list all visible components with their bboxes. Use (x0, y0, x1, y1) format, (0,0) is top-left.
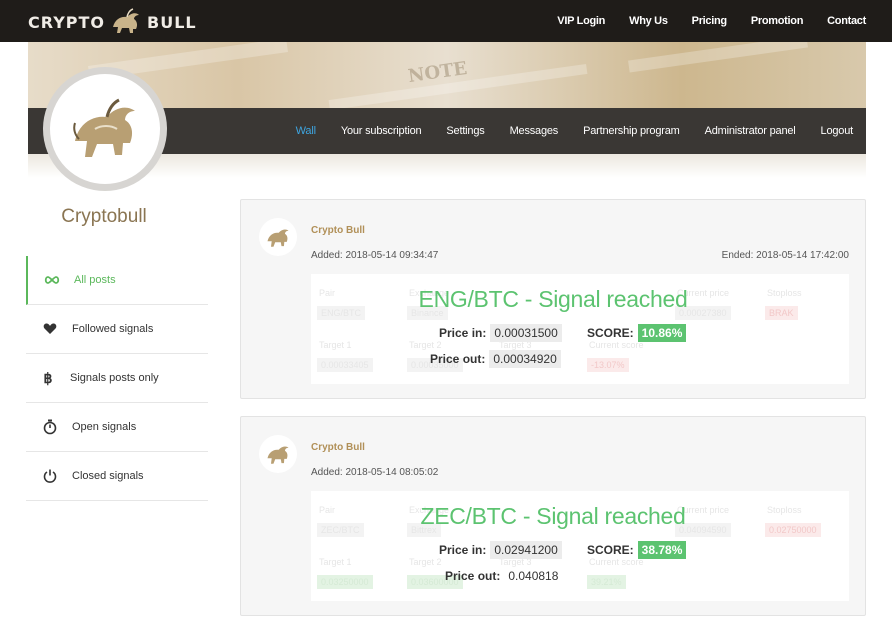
signal-reached-title: ENG/BTC - Signal reached (418, 286, 688, 312)
current-score-value: -13.07% (587, 358, 629, 372)
score-row: SCORE: 10.86% (587, 324, 687, 342)
target-1-label: Target 1 (319, 557, 352, 567)
profile-name: Cryptobull (61, 206, 147, 227)
price-in-label: Price in: (439, 326, 487, 340)
bull-avatar-icon (267, 446, 289, 464)
target-1-label: Target 1 (319, 340, 352, 350)
sidebar-item-signals-posts-only[interactable]: ฿ Signals posts only (26, 354, 208, 403)
sidebar-menu: All posts Followed signals ฿ Signals pos… (26, 256, 208, 501)
price-in-value: 0.02941200 (490, 541, 562, 559)
price-out-value: 0.040818 (504, 567, 563, 585)
tab-partnership-program[interactable]: Partnership program (583, 125, 680, 137)
stopwatch-icon (42, 419, 58, 435)
tab-wall[interactable]: Wall (296, 125, 316, 137)
sidebar-item-label: Signals posts only (70, 372, 159, 384)
bitcoin-icon: ฿ (43, 369, 53, 386)
score-badge: 38.78% (637, 541, 687, 559)
price-out-label: Price out: (430, 352, 486, 366)
tab-logout[interactable]: Logout (821, 125, 854, 137)
nav-promotion[interactable]: Promotion (751, 15, 804, 27)
profile-avatar[interactable] (43, 67, 167, 191)
price-out-value: 0.00034920 (489, 350, 561, 368)
price-out-row: Price out: 0.040818 (445, 567, 563, 585)
brand-logo[interactable]: CRYPTO BULL (28, 8, 197, 36)
nav-vip-login[interactable]: VIP Login (557, 15, 605, 27)
signal-reached-title: ZEC/BTC - Signal reached (420, 503, 686, 529)
target-1-value: 0.00033405 (317, 358, 373, 372)
post-author[interactable]: Crypto Bull (311, 442, 365, 453)
sidebar-item-label: Closed signals (72, 470, 144, 482)
sidebar-item-all-posts[interactable]: All posts (26, 256, 208, 305)
nav-contact[interactable]: Contact (827, 15, 866, 27)
post-added-date: Added: 2018-05-14 08:05:02 (311, 467, 439, 478)
price-in-label: Price in: (439, 543, 487, 557)
price-in-row: Price in: 0.00031500 (439, 324, 562, 342)
price-out-row: Price out: 0.00034920 (430, 350, 561, 368)
top-navbar: CRYPTO BULL VIP Login Why Us Pricing Pro… (0, 0, 892, 42)
sidebar-item-label: Open signals (72, 421, 137, 433)
author-avatar[interactable] (259, 435, 297, 473)
score-badge: 10.86% (637, 324, 687, 342)
target-2-label: Target 2 (409, 557, 442, 567)
score-label: SCORE: (587, 326, 634, 340)
signal-post-card: Crypto Bull Added: 2018-05-14 09:34:47 E… (240, 199, 866, 399)
nav-pricing[interactable]: Pricing (692, 15, 727, 27)
sidebar-item-label: All posts (74, 274, 116, 286)
heart-icon (42, 321, 58, 337)
sidebar-item-open-signals[interactable]: Open signals (26, 403, 208, 452)
tab-settings[interactable]: Settings (446, 125, 484, 137)
post-ended-date: Ended: 2018-05-14 17:42:00 (721, 250, 849, 261)
sidebar-item-followed-signals[interactable]: Followed signals (26, 305, 208, 354)
target-2-label: Target 2 (409, 340, 442, 350)
top-nav-links: VIP Login Why Us Pricing Promotion Conta… (557, 0, 866, 42)
price-in-row: Price in: 0.02941200 (439, 541, 562, 559)
nav-why-us[interactable]: Why Us (629, 15, 668, 27)
bull-avatar-icon (73, 98, 135, 157)
bull-logo-icon (113, 8, 140, 33)
infinity-icon (44, 272, 60, 288)
target-1-value: 0.03250000 (317, 575, 373, 589)
score-row: SCORE: 38.78% (587, 541, 687, 559)
logo-text-left: CRYPTO (28, 12, 106, 32)
score-label: SCORE: (587, 543, 634, 557)
tab-messages[interactable]: Messages (510, 125, 559, 137)
tab-administrator-panel[interactable]: Administrator panel (705, 125, 796, 137)
author-avatar[interactable] (259, 218, 297, 256)
bull-avatar-icon (267, 229, 289, 247)
price-in-value: 0.00031500 (490, 324, 562, 342)
tab-your-subscription[interactable]: Your subscription (341, 125, 422, 137)
sidebar-item-closed-signals[interactable]: Closed signals (26, 452, 208, 501)
sidebar-item-label: Followed signals (72, 323, 154, 335)
price-out-label: Price out: (445, 569, 501, 583)
power-icon (42, 468, 58, 484)
logo-text-right: BULL (147, 12, 197, 32)
post-added-date: Added: 2018-05-14 09:34:47 (311, 250, 439, 261)
signal-post-card: Crypto Bull Added: 2018-05-14 08:05:02 P… (240, 416, 866, 616)
current-score-value: 39.21% (587, 575, 626, 589)
post-author[interactable]: Crypto Bull (311, 225, 365, 236)
